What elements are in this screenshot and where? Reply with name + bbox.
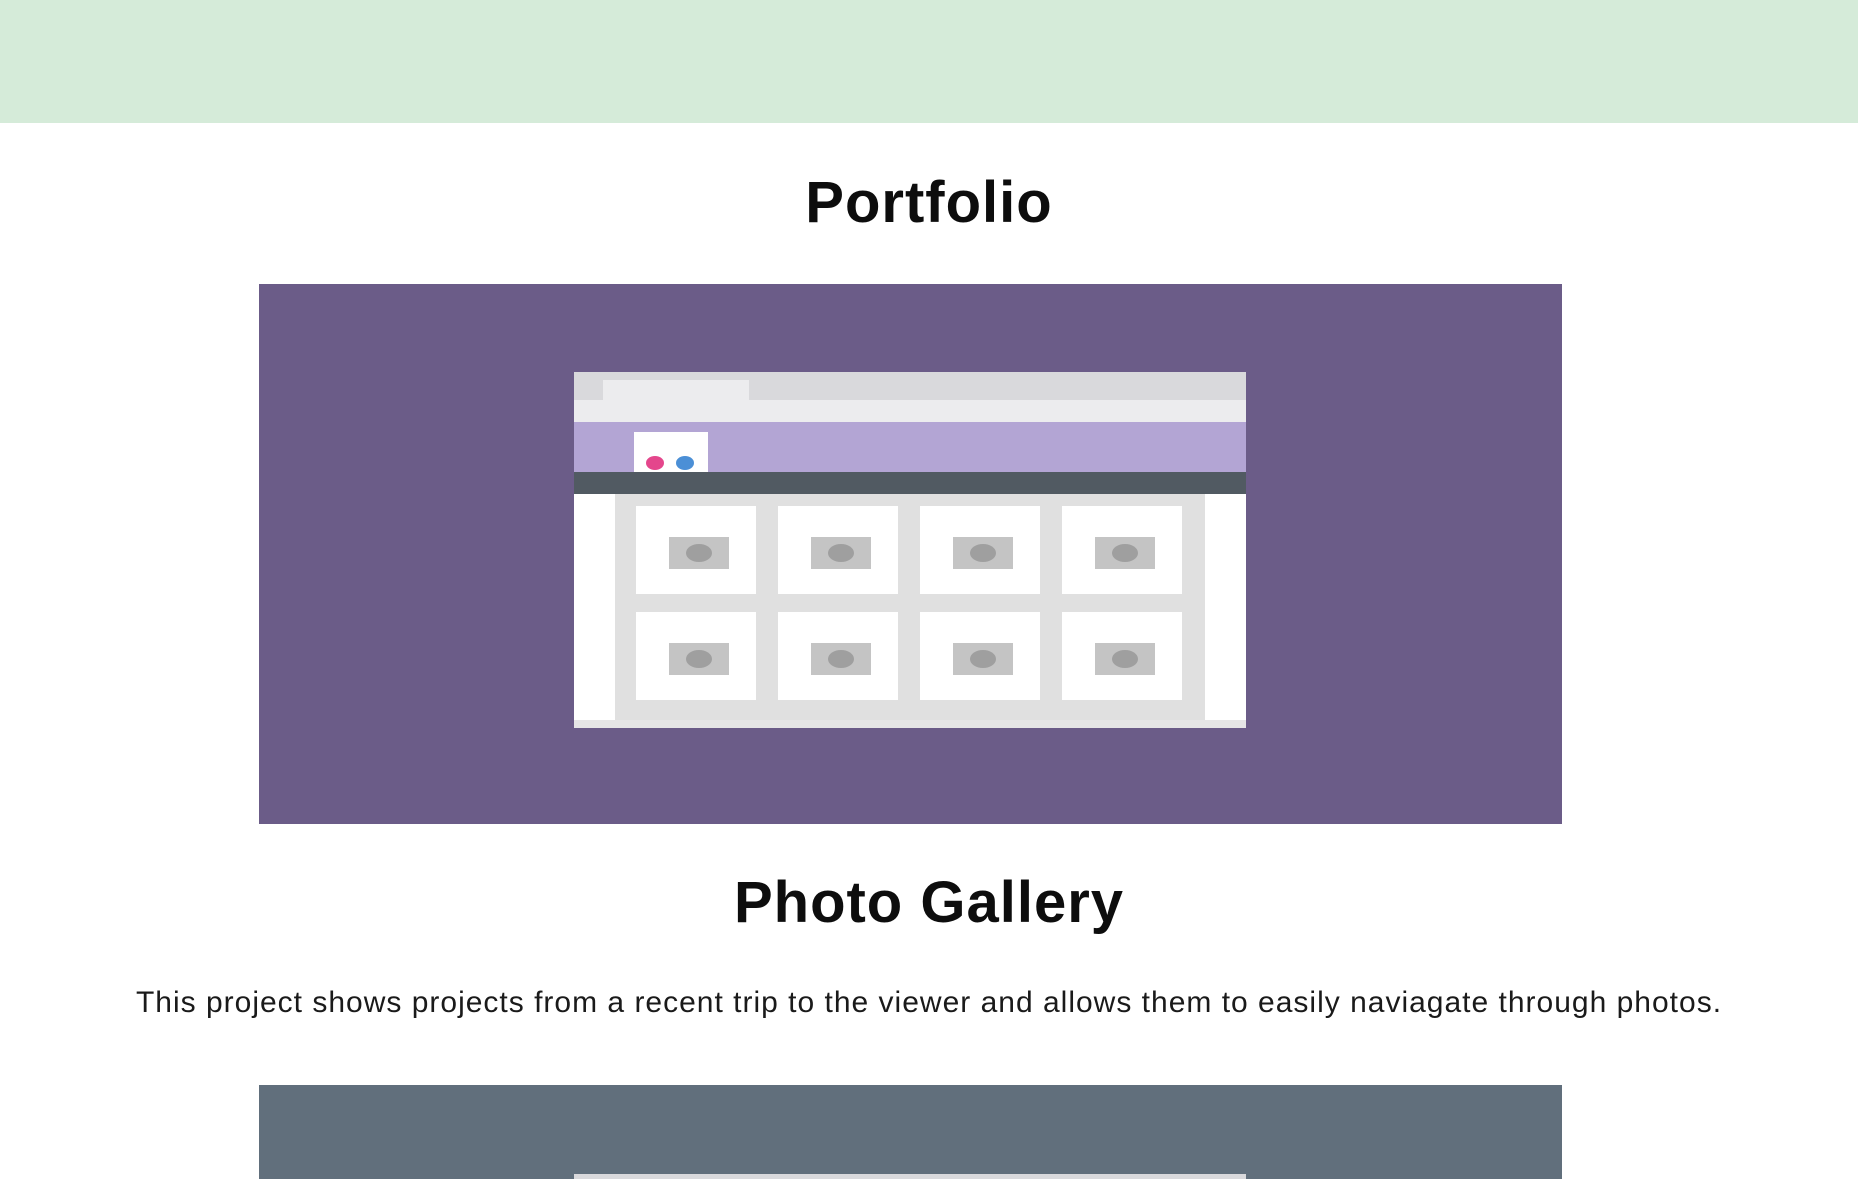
next-mockup-top-edge <box>574 1174 1246 1179</box>
mockup-bottom-edge <box>574 720 1246 728</box>
mockup-url-bar <box>574 400 1246 422</box>
mockup-tab-bar <box>574 372 1246 400</box>
image-placeholder-icon <box>811 537 871 569</box>
grid-cell <box>778 612 898 700</box>
photo-gallery-heading: Photo Gallery <box>733 870 1125 935</box>
grid-cell <box>636 612 756 700</box>
grid-cell <box>636 506 756 594</box>
logo-blue-dot-icon <box>676 456 694 470</box>
image-placeholder-icon <box>669 537 729 569</box>
mockup-nav-bar <box>574 472 1246 494</box>
grid-cell <box>1062 612 1182 700</box>
photo-gallery-description: This project shows projects from a recen… <box>135 986 1723 1019</box>
grid-cell <box>920 506 1040 594</box>
image-placeholder-icon <box>953 643 1013 675</box>
grid-cell <box>920 612 1040 700</box>
image-placeholder-icon <box>669 643 729 675</box>
image-placeholder-icon <box>811 643 871 675</box>
grid-cell <box>778 506 898 594</box>
grid-cell <box>1062 506 1182 594</box>
image-placeholder-icon <box>1095 643 1155 675</box>
image-placeholder-icon <box>1095 537 1155 569</box>
logo-pink-dot-icon <box>646 456 664 470</box>
next-project-image[interactable] <box>259 1085 1562 1179</box>
mockup-tab <box>603 380 749 400</box>
image-placeholder-icon <box>953 537 1013 569</box>
browser-mockup <box>574 372 1246 728</box>
portfolio-heading: Portfolio <box>805 170 1053 235</box>
mockup-photo-grid <box>615 494 1205 720</box>
top-banner <box>0 0 1858 123</box>
